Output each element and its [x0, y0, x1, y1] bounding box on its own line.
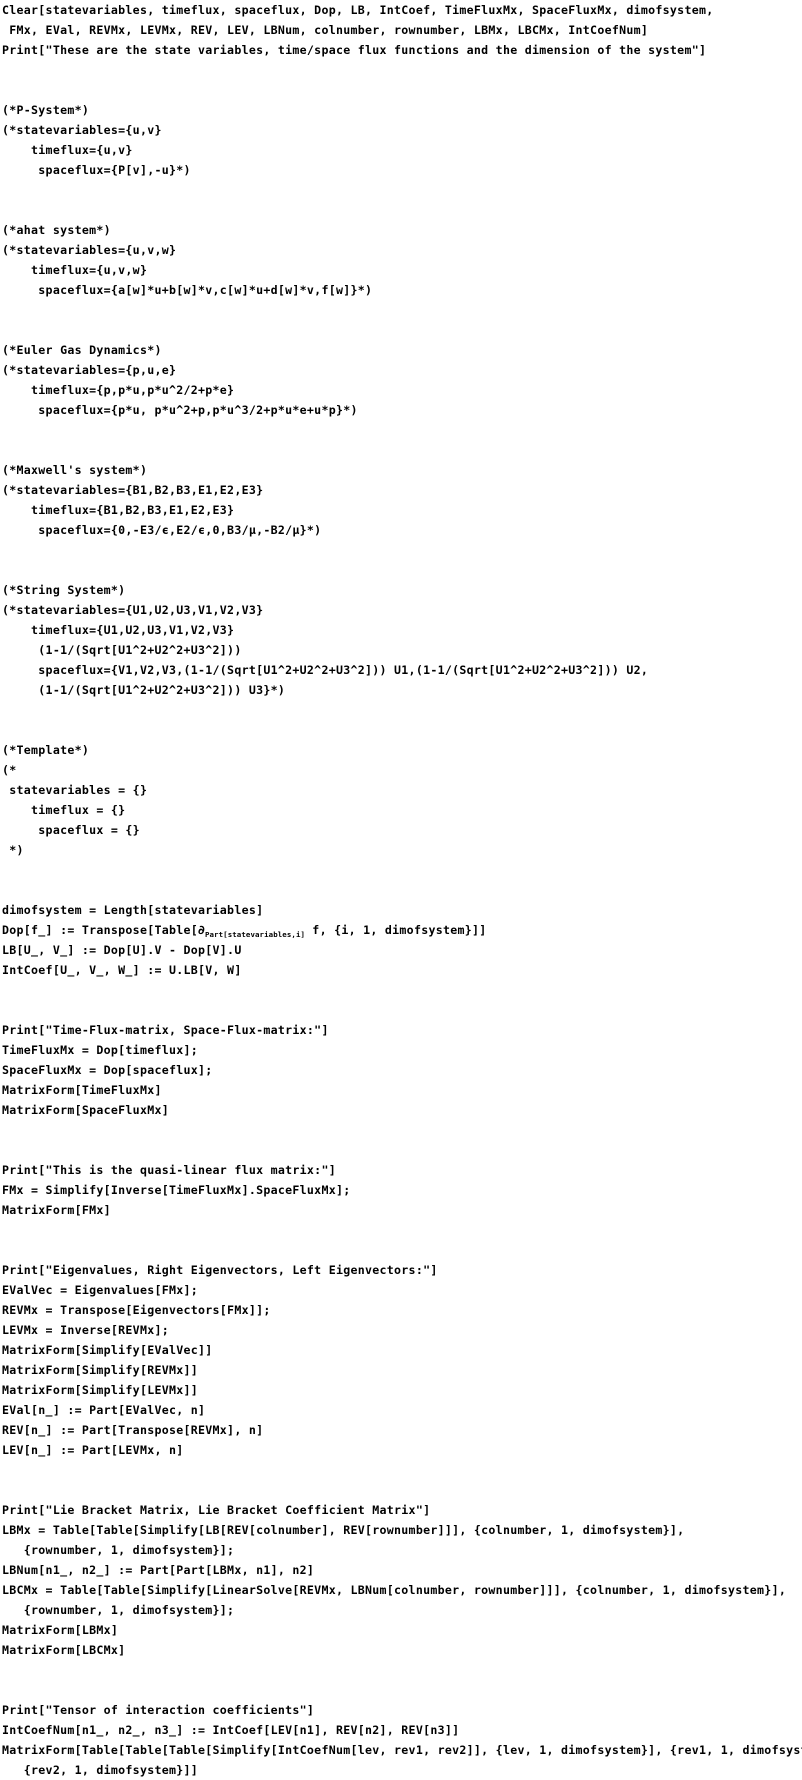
code-line: timeflux={u,v} — [2, 143, 133, 157]
code-line: Print["Tensor of interaction coefficient… — [2, 1703, 315, 1717]
code-line: (*Euler Gas Dynamics*) — [2, 343, 162, 357]
code-line: MatrixForm[Simplify[EValVec]] — [2, 1343, 213, 1357]
code-line: MatrixForm[FMx] — [2, 1203, 111, 1217]
code-line: Print["Time-Flux-matrix, Space-Flux-matr… — [2, 1023, 329, 1037]
code-line: (*String System*) — [2, 583, 126, 597]
code-line: LEVMx = Inverse[REVMx]; — [2, 1323, 169, 1337]
partial-derivative-icon: ∂ — [198, 923, 205, 937]
code-line: SpaceFluxMx = Dop[spaceflux]; — [2, 1063, 213, 1077]
code-line: {rownumber, 1, dimofsystem}]; — [2, 1603, 235, 1617]
code-line: Print["These are the state variables, ti… — [2, 43, 707, 57]
code-line: FMx = Simplify[Inverse[TimeFluxMx].Space… — [2, 1183, 351, 1197]
code-line: spaceflux={P[v],-u}*) — [2, 163, 191, 177]
code-line: (* — [2, 763, 17, 777]
code-line: timeflux = {} — [2, 803, 126, 817]
code-line: (1-1/(Sqrt[U1^2+U2^2+U3^2])) U3}*) — [2, 683, 286, 697]
code-line: LBMx = Table[Table[Simplify[LB[REV[colnu… — [2, 1523, 685, 1537]
code-line: Print["Eigenvalues, Right Eigenvectors, … — [2, 1263, 438, 1277]
code-line: (*statevariables={B1,B2,B3,E1,E2,E3} — [2, 483, 264, 497]
code-line: TimeFluxMx = Dop[timeflux]; — [2, 1043, 199, 1057]
code-line: REVMx = Transpose[Eigenvectors[FMx]]; — [2, 1303, 271, 1317]
code-line: MatrixForm[Simplify[LEVMx]] — [2, 1383, 199, 1397]
code-line: EVal[n_] := Part[EValVec, n] — [2, 1403, 206, 1417]
notebook-input-cell: Clear[statevariables, timeflux, spaceflu… — [0, 0, 802, 1777]
code-line: *) — [2, 843, 24, 857]
code-line: (*statevariables={u,v,w} — [2, 243, 177, 257]
code-line: MatrixForm[SpaceFluxMx] — [2, 1103, 169, 1117]
code-line: MatrixForm[LBCMx] — [2, 1643, 126, 1657]
code-line: dimofsystem = Length[statevariables] — [2, 903, 264, 917]
code-line: {rev2, 1, dimofsystem}]] — [2, 1763, 199, 1777]
code-line: spaceflux={a[w]*u+b[w]*v,c[w]*u+d[w]*v,f… — [2, 283, 373, 297]
code-line: IntCoefNum[n1_, n2_, n3_] := IntCoef[LEV… — [2, 1723, 460, 1737]
code-line: LEV[n_] := Part[LEVMx, n] — [2, 1443, 184, 1457]
code-line: EValVec = Eigenvalues[FMx]; — [2, 1283, 199, 1297]
derivative-subscript: Part[statevariables,i] — [204, 929, 306, 939]
code-line: LB[U_, V_] := Dop[U].V - Dop[V].U — [2, 943, 242, 957]
code-line: timeflux={U1,U2,U3,V1,V2,V3} — [2, 623, 235, 637]
code-line: spaceflux={0,-E3/ϵ,E2/ϵ,0,B3/μ,-B2/μ}*) — [2, 523, 322, 537]
code-line: Print["Lie Bracket Matrix, Lie Bracket C… — [2, 1503, 431, 1517]
code-line: MatrixForm[Table[Table[Table[Simplify[In… — [2, 1743, 802, 1757]
code-line: timeflux={p,p*u,p*u^2/2+p*e} — [2, 383, 235, 397]
code-line: spaceflux={p*u, p*u^2+p,p*u^3/2+p*u*e+u*… — [2, 403, 358, 417]
code-line: (1-1/(Sqrt[U1^2+U2^2+U3^2])) — [2, 643, 242, 657]
code-line: {rownumber, 1, dimofsystem}]; — [2, 1543, 235, 1557]
code-line: timeflux={B1,B2,B3,E1,E2,E3} — [2, 503, 235, 517]
code-line: spaceflux={V1,V2,V3,(1-1/(Sqrt[U1^2+U2^2… — [2, 663, 649, 677]
code-line: MatrixForm[LBMx] — [2, 1623, 119, 1637]
code-line: statevariables = {} — [2, 783, 148, 797]
code-line: (*ahat system*) — [2, 223, 111, 237]
code-line-derivative-definition: Dop[f_] := Transpose[Table[∂Part[stateva… — [2, 923, 487, 939]
code-line: MatrixForm[Simplify[REVMx]] — [2, 1363, 199, 1377]
code-line: (*statevariables={U1,U2,U3,V1,V2,V3} — [2, 603, 264, 617]
code-line: (*statevariables={u,v} — [2, 123, 162, 137]
code-line: timeflux={u,v,w} — [2, 263, 148, 277]
code-line: spaceflux = {} — [2, 823, 140, 837]
code-line: IntCoef[U_, V_, W_] := U.LB[V, W] — [2, 963, 242, 977]
code-line: (*Template*) — [2, 743, 90, 757]
code-line: (*P-System*) — [2, 103, 90, 117]
code-line: LBCMx = Table[Table[Simplify[LinearSolve… — [2, 1583, 787, 1597]
code-line: (*Maxwell's system*) — [2, 463, 148, 477]
code-line: Clear[statevariables, timeflux, spaceflu… — [2, 3, 714, 17]
code-line: (*statevariables={p,u,e} — [2, 363, 177, 377]
code-line: MatrixForm[TimeFluxMx] — [2, 1083, 162, 1097]
code-line: Print["This is the quasi-linear flux mat… — [2, 1163, 336, 1177]
code-line: REV[n_] := Part[Transpose[REVMx], n] — [2, 1423, 264, 1437]
code-line: FMx, EVal, REVMx, LEVMx, REV, LEV, LBNum… — [2, 23, 649, 37]
code-line: LBNum[n1_, n2_] := Part[Part[LBMx, n1], … — [2, 1563, 315, 1577]
